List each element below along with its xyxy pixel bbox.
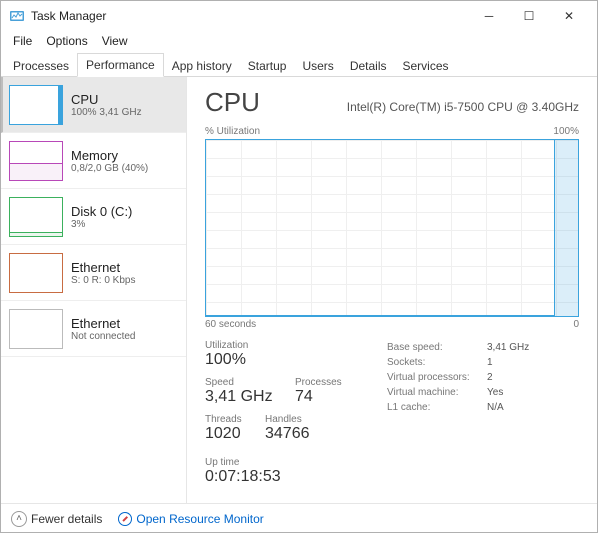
- stat-handles: 34766: [265, 425, 325, 443]
- tab-startup[interactable]: Startup: [240, 55, 295, 77]
- tab-app-history[interactable]: App history: [164, 55, 240, 77]
- stat-utilization: 100%: [205, 351, 295, 369]
- memory-thumb-icon: [9, 141, 63, 181]
- stat-threads: 1020: [205, 425, 265, 443]
- minimize-button[interactable]: ─: [469, 1, 509, 31]
- content: CPU 100% 3,41 GHz Memory 0,8/2,0 GB (40%…: [1, 77, 597, 503]
- menu-view[interactable]: View: [96, 33, 134, 49]
- graph-y-max: 100%: [553, 126, 579, 137]
- close-button[interactable]: ✕: [549, 1, 589, 31]
- sidebar-item-ethernet-1[interactable]: Ethernet S: 0 R: 0 Kbps: [1, 245, 186, 301]
- sidebar-sub: 0,8/2,0 GB (40%): [71, 163, 148, 174]
- cpu-name: Intel(R) Core(TM) i5-7500 CPU @ 3.40GHz: [347, 100, 579, 114]
- sidebar-label: Memory: [71, 148, 148, 163]
- maximize-button[interactable]: ☐: [509, 1, 549, 31]
- base-speed: 3,41 GHz: [487, 340, 529, 355]
- tabbar: Processes Performance App history Startu…: [1, 51, 597, 77]
- footer: ˄ Fewer details Open Resource Monitor: [1, 503, 597, 533]
- ethernet-thumb-icon: [9, 253, 63, 293]
- menu-file[interactable]: File: [7, 33, 38, 49]
- graph-y-label: % Utilization: [205, 126, 260, 137]
- menu-options[interactable]: Options: [40, 33, 93, 49]
- l1-cache: N/A: [487, 400, 504, 415]
- graph-x-left: 60 seconds: [205, 319, 256, 330]
- sidebar-sub: 100% 3,41 GHz: [71, 107, 142, 118]
- sidebar-sub: S: 0 R: 0 Kbps: [71, 275, 135, 286]
- stat-label: Speed: [205, 377, 295, 388]
- side-stats: Base speed:3,41 GHz Sockets:1 Virtual pr…: [387, 340, 529, 451]
- sidebar-item-ethernet-2[interactable]: Ethernet Not connected: [1, 301, 186, 357]
- main-panel: CPU Intel(R) Core(TM) i5-7500 CPU @ 3.40…: [187, 77, 597, 503]
- cpu-utilization-graph[interactable]: [205, 139, 579, 317]
- uptime-value: 0:07:18:53: [205, 468, 579, 486]
- uptime-label: Up time: [205, 457, 579, 468]
- sidebar: CPU 100% 3,41 GHz Memory 0,8/2,0 GB (40%…: [1, 77, 187, 503]
- task-manager-window: Task Manager ─ ☐ ✕ File Options View Pro…: [0, 0, 598, 533]
- graph-x-right: 0: [573, 319, 579, 330]
- sidebar-sub: Not connected: [71, 331, 136, 342]
- sidebar-label: CPU: [71, 92, 142, 107]
- sockets: 1: [487, 355, 493, 370]
- titlebar[interactable]: Task Manager ─ ☐ ✕: [1, 1, 597, 31]
- window-title: Task Manager: [31, 9, 469, 23]
- tab-performance[interactable]: Performance: [77, 53, 164, 77]
- stat-processes: 74: [295, 388, 355, 406]
- resource-monitor-icon: [118, 512, 132, 526]
- window-controls: ─ ☐ ✕: [469, 1, 589, 31]
- virtual-processors: 2: [487, 370, 493, 385]
- tab-details[interactable]: Details: [342, 55, 395, 77]
- sidebar-label: Ethernet: [71, 316, 136, 331]
- sidebar-label: Disk 0 (C:): [71, 204, 132, 219]
- app-icon: [9, 8, 25, 24]
- tab-processes[interactable]: Processes: [5, 55, 77, 77]
- sidebar-item-memory[interactable]: Memory 0,8/2,0 GB (40%): [1, 133, 186, 189]
- tab-services[interactable]: Services: [395, 55, 457, 77]
- fewer-details-button[interactable]: ˄ Fewer details: [11, 511, 102, 527]
- disk-thumb-icon: [9, 197, 63, 237]
- sidebar-item-cpu[interactable]: CPU 100% 3,41 GHz: [1, 77, 186, 133]
- main-title: CPU: [205, 87, 260, 118]
- stat-label: Handles: [265, 414, 325, 425]
- stat-label: Threads: [205, 414, 265, 425]
- menubar: File Options View: [1, 31, 597, 51]
- stat-label: Processes: [295, 377, 355, 388]
- stat-speed: 3,41 GHz: [205, 388, 295, 406]
- stat-label: Utilization: [205, 340, 295, 351]
- virtual-machine: Yes: [487, 385, 503, 400]
- sidebar-item-disk[interactable]: Disk 0 (C:) 3%: [1, 189, 186, 245]
- open-resource-monitor-link[interactable]: Open Resource Monitor: [118, 512, 263, 526]
- cpu-thumb-icon: [9, 85, 63, 125]
- chevron-up-icon: ˄: [11, 511, 27, 527]
- sidebar-sub: 3%: [71, 219, 132, 230]
- sidebar-label: Ethernet: [71, 260, 135, 275]
- tab-users[interactable]: Users: [294, 55, 341, 77]
- ethernet-thumb-icon: [9, 309, 63, 349]
